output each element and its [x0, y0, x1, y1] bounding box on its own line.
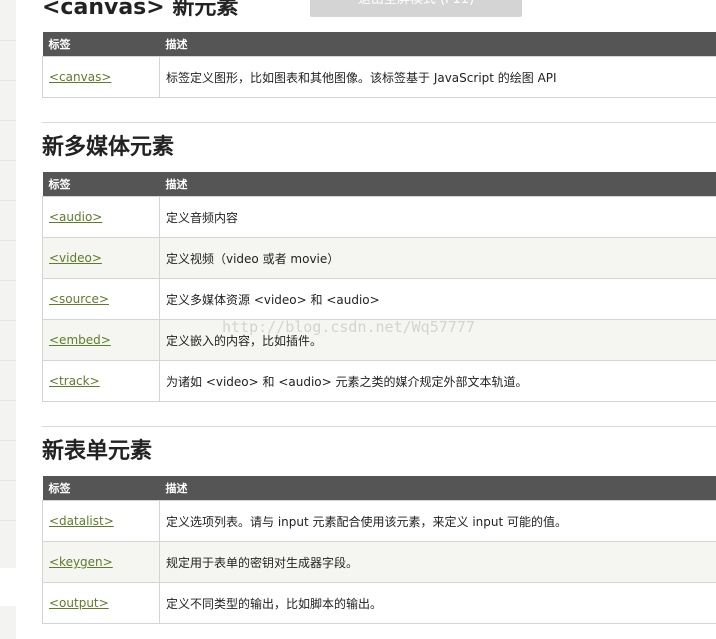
table-row: <datalist> 定义选项列表。请与 input 元素配合使用该元素，来定义…: [42, 500, 716, 542]
table-row: <keygen> 规定用于表单的密钥对生成器字段。: [42, 541, 716, 583]
form-table: 标签 描述 <datalist> 定义选项列表。请与 input 元素配合使用该…: [42, 476, 716, 624]
table-row: <embed> 定义嵌入的内容，比如插件。: [42, 319, 716, 361]
column-header-description: 描述: [159, 32, 716, 57]
description-cell: 定义不同类型的输出，比如脚本的输出。: [159, 582, 716, 624]
description-cell: 定义视频（video 或者 movie）: [159, 237, 716, 279]
tag-link-video[interactable]: <video>: [49, 251, 102, 265]
description-cell: 为诸如 <video> 和 <audio> 元素之类的媒介规定外部文本轨道。: [159, 360, 716, 402]
tag-link-canvas[interactable]: <canvas>: [49, 70, 111, 84]
column-header-description: 描述: [159, 172, 716, 197]
tag-link-datalist[interactable]: <datalist>: [49, 514, 114, 528]
tag-link-track[interactable]: <track>: [49, 374, 100, 388]
tag-cell: <keygen>: [42, 541, 160, 583]
section-title-canvas: <canvas> 新元素: [42, 0, 239, 20]
table-row: <audio> 定义音频内容: [42, 196, 716, 238]
table-header-row: 标签 描述: [42, 172, 716, 197]
column-header-tag: 标签: [42, 476, 160, 501]
tag-link-source[interactable]: <source>: [49, 292, 109, 306]
description-cell: 定义嵌入的内容，比如插件。: [159, 319, 716, 361]
left-sidebar-strip: [0, 0, 16, 639]
media-table: 标签 描述 <audio> 定义音频内容 <video> 定义视频（video …: [42, 172, 716, 402]
description-cell: 定义多媒体资源 <video> 和 <audio>: [159, 278, 716, 320]
table-row: <track> 为诸如 <video> 和 <audio> 元素之类的媒介规定外…: [42, 360, 716, 402]
tag-link-audio[interactable]: <audio>: [49, 210, 102, 224]
tag-cell: <source>: [42, 278, 160, 320]
table-row: <source> 定义多媒体资源 <video> 和 <audio>: [42, 278, 716, 320]
tag-cell: <video>: [42, 237, 160, 279]
page: 退出全屏模式 (F11) <canvas> 新元素 标签 描述 <canvas>…: [0, 0, 716, 639]
description-cell: 标签定义图形，比如图表和其他图像。该标签基于 JavaScript 的绘图 AP…: [159, 56, 716, 98]
column-header-tag: 标签: [42, 32, 160, 57]
table-row: <canvas> 标签定义图形，比如图表和其他图像。该标签基于 JavaScri…: [42, 56, 716, 98]
description-cell: 定义音频内容: [159, 196, 716, 238]
description-cell: 定义选项列表。请与 input 元素配合使用该元素，来定义 input 可能的值…: [159, 500, 716, 542]
table-row: <video> 定义视频（video 或者 movie）: [42, 237, 716, 279]
description-cell: 规定用于表单的密钥对生成器字段。: [159, 541, 716, 583]
section-title-media: 新多媒体元素: [42, 135, 175, 160]
tag-cell: <audio>: [42, 196, 160, 238]
table-header-row: 标签 描述: [42, 476, 716, 501]
table-header-row: 标签 描述: [42, 32, 716, 57]
exit-fullscreen-button[interactable]: 退出全屏模式 (F11): [310, 0, 522, 17]
canvas-table: 标签 描述 <canvas> 标签定义图形，比如图表和其他图像。该标签基于 Ja…: [42, 32, 716, 98]
section-divider: [42, 426, 716, 427]
column-header-tag: 标签: [42, 172, 160, 197]
tag-cell: <canvas>: [42, 56, 160, 98]
section-divider: [42, 122, 716, 123]
column-header-description: 描述: [159, 476, 716, 501]
tag-link-embed[interactable]: <embed>: [49, 333, 111, 347]
tag-link-output[interactable]: <output>: [49, 596, 109, 610]
table-row: <output> 定义不同类型的输出，比如脚本的输出。: [42, 582, 716, 624]
tag-cell: <datalist>: [42, 500, 160, 542]
tag-link-keygen[interactable]: <keygen>: [49, 555, 113, 569]
section-title-form: 新表单元素: [42, 439, 153, 464]
tag-cell: <track>: [42, 360, 160, 402]
tag-cell: <embed>: [42, 319, 160, 361]
tag-cell: <output>: [42, 582, 160, 624]
